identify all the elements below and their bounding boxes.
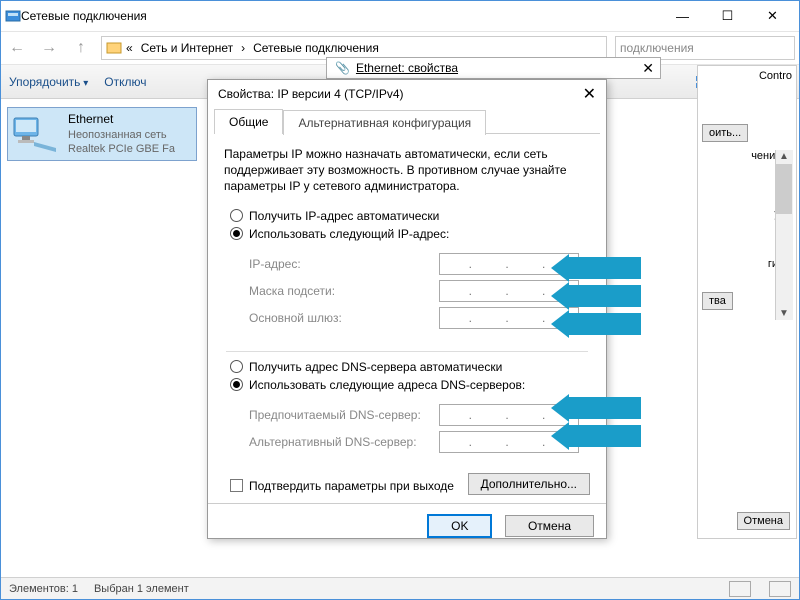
- connection-adapter: Realtek PCIe GBE Fa: [68, 142, 175, 156]
- cancel-button-back[interactable]: Отмена: [737, 512, 790, 530]
- advanced-button[interactable]: Дополнительно...: [468, 473, 590, 495]
- connection-name: Ethernet: [68, 112, 175, 128]
- radio-icon: [230, 227, 243, 240]
- label-subnet-mask: Маска подсети:: [249, 284, 439, 298]
- label-preferred-dns: Предпочитаемый DNS-сервер:: [249, 408, 439, 422]
- details-view-icon[interactable]: [729, 581, 751, 597]
- arrow-annotation-dns1: [551, 397, 641, 419]
- dialog-titlebar: Свойства: IP версии 4 (TCP/IPv4) ✕: [208, 80, 606, 108]
- dialog-close-icon[interactable]: ✕: [583, 84, 596, 104]
- connection-item-ethernet[interactable]: Ethernet Неопознанная сеть Realtek PCIe …: [7, 107, 197, 161]
- tab-alternate-config[interactable]: Альтернативная конфигурация: [283, 110, 486, 135]
- tab-general[interactable]: Общие: [214, 109, 283, 134]
- label-gateway: Основной шлюз:: [249, 311, 439, 325]
- arrow-annotation-ip: [551, 257, 641, 279]
- back-icon[interactable]: ←: [5, 36, 29, 60]
- ethernet-props-title: Ethernet: свойства: [356, 61, 458, 75]
- maximize-button[interactable]: ☐: [705, 2, 750, 30]
- ok-button[interactable]: OK: [427, 514, 492, 538]
- statusbar: Элементов: 1 Выбран 1 элемент: [1, 577, 799, 599]
- arrow-annotation-dns2: [551, 425, 641, 447]
- attachment-icon: 📎: [335, 61, 350, 75]
- arrow-annotation-mask: [551, 285, 641, 307]
- label-validate: Подтвердить параметры при выходе: [249, 479, 454, 493]
- radio-icon: [230, 209, 243, 222]
- component-scrollbar[interactable]: ▲ ▼: [775, 150, 793, 320]
- ethernet-icon: [12, 114, 60, 154]
- checkbox-validate[interactable]: [230, 479, 243, 492]
- ipv4-properties-dialog: Свойства: IP версии 4 (TCP/IPv4) ✕ Общие…: [207, 79, 607, 539]
- network-connections-window: Сетевые подключения — ☐ ✕ ← → ↑ « Сеть и…: [0, 0, 800, 600]
- forward-icon[interactable]: →: [37, 36, 61, 60]
- explorer-icon: [5, 8, 21, 24]
- radio-icon: [230, 378, 243, 391]
- ethernet-properties-window: 📎 Ethernet: свойства ✕: [326, 57, 661, 79]
- crumb-network[interactable]: Сеть и Интернет: [137, 41, 237, 55]
- status-count: Элементов: 1: [9, 583, 78, 595]
- window-title: Сетевые подключения: [21, 9, 660, 23]
- connection-status: Неопознанная сеть: [68, 128, 175, 142]
- up-icon[interactable]: ↑: [69, 36, 93, 60]
- disable-button[interactable]: Отключ: [104, 75, 146, 89]
- configure-button[interactable]: оить...: [702, 124, 748, 142]
- scroll-up-icon[interactable]: ▲: [779, 151, 789, 162]
- control-panel-icon: [106, 40, 122, 56]
- properties-button[interactable]: тва: [702, 292, 733, 310]
- minimize-button[interactable]: —: [660, 2, 705, 30]
- dialog-title: Свойства: IP версии 4 (TCP/IPv4): [218, 87, 404, 101]
- organize-menu[interactable]: Упорядочить: [9, 75, 88, 89]
- radio-dns-manual[interactable]: Использовать следующие адреса DNS-сервер…: [230, 378, 590, 392]
- status-selected: Выбран 1 элемент: [94, 583, 189, 595]
- radio-dns-auto[interactable]: Получить адрес DNS-сервера автоматически: [230, 360, 590, 374]
- description-text: Параметры IP можно назначать автоматичес…: [224, 146, 590, 195]
- radio-ip-manual[interactable]: Использовать следующий IP-адрес:: [230, 227, 590, 241]
- crumb-connections[interactable]: Сетевые подключения: [249, 41, 383, 55]
- arrow-annotation-gateway: [551, 313, 641, 335]
- label-alternate-dns: Альтернативный DNS-сервер:: [249, 435, 439, 449]
- search-placeholder: подключения: [620, 41, 694, 55]
- close-icon[interactable]: ✕: [642, 60, 654, 77]
- titlebar: Сетевые подключения — ☐ ✕: [1, 1, 799, 31]
- cancel-button[interactable]: Отмена: [505, 515, 594, 537]
- radio-ip-auto[interactable]: Получить IP-адрес автоматически: [230, 209, 590, 223]
- ethernet-props-body-peek: Contro оить... чением: ▲ ▼ уро Ма гии к …: [697, 65, 797, 539]
- icons-view-icon[interactable]: [769, 581, 791, 597]
- radio-icon: [230, 360, 243, 373]
- label-ip-address: IP-адрес:: [249, 257, 439, 271]
- scroll-down-icon[interactable]: ▼: [779, 308, 789, 319]
- close-button[interactable]: ✕: [750, 2, 795, 30]
